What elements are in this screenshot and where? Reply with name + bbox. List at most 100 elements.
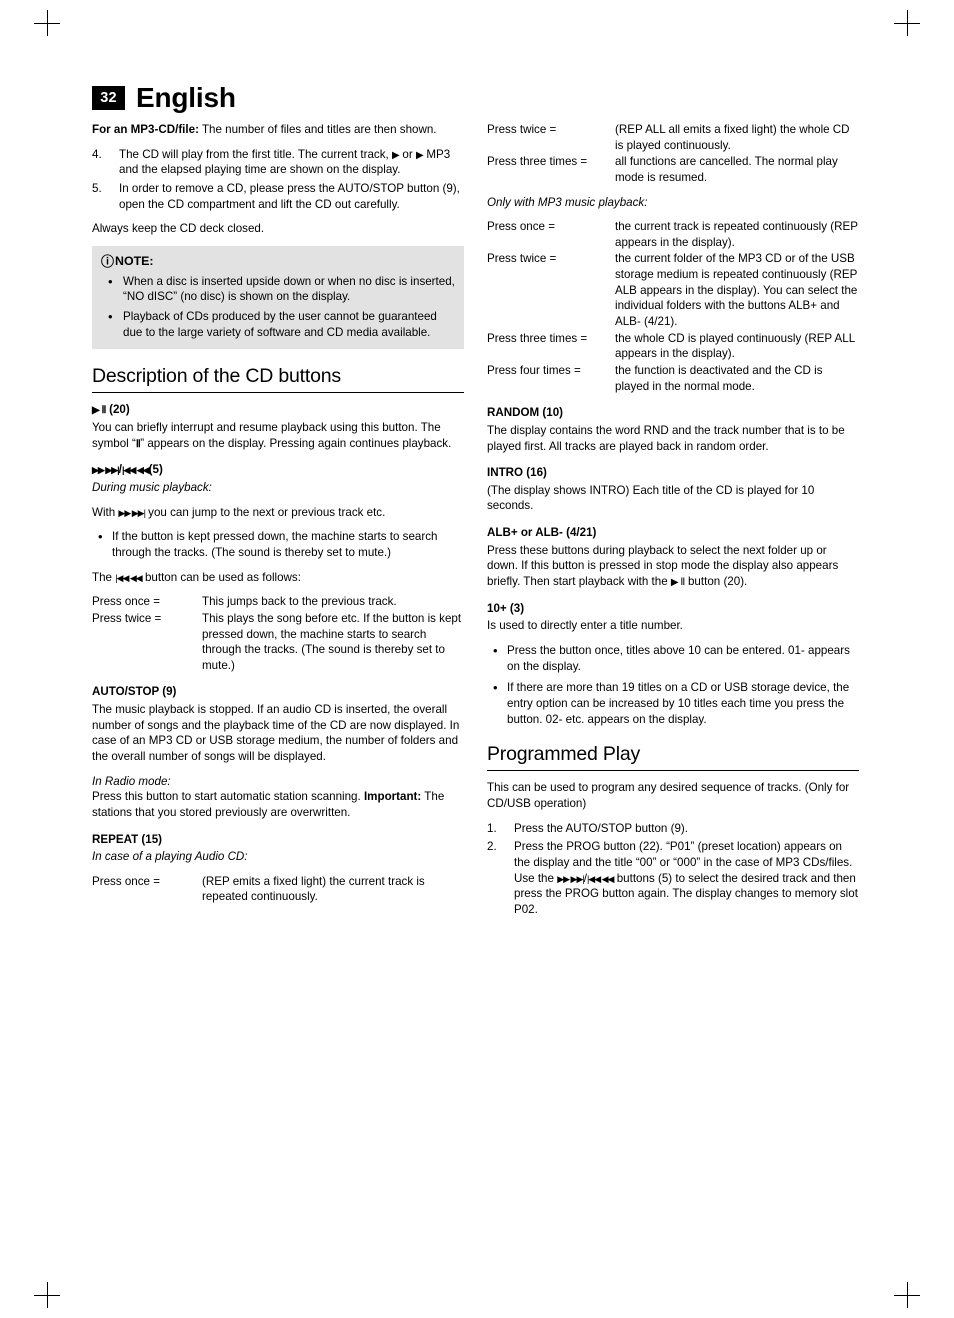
list-item: 5. In order to remove a CD, please press… <box>92 181 464 212</box>
page-header: 32 English <box>92 84 236 112</box>
skip-usage-text: With ▶▶ ▶▶| you can jump to the next or … <box>92 505 386 519</box>
skip-back-icon: |◀◀ ◀◀ <box>115 572 143 583</box>
definition-row: Press twice = (REP ALL all emits a fixed… <box>487 122 859 153</box>
skip-forward-icon: ▶▶ ▶▶| <box>92 465 120 476</box>
subheading-alb: ALB+ or ALB- (4/21) <box>487 526 597 540</box>
list-item-number: 5. <box>92 181 102 195</box>
definition-desc: (REP ALL all emits a fixed light) the wh… <box>615 123 850 152</box>
list-item-number: 4. <box>92 147 102 161</box>
note-bullet-text: When a disc is inserted upside down or w… <box>123 274 455 304</box>
definition-row: Press three times = the whole CD is play… <box>487 331 859 362</box>
bullet-icon: • <box>493 680 498 696</box>
bullet-icon: • <box>108 273 113 289</box>
definition-term: Press once = <box>92 595 160 609</box>
left-column: For an MP3-CD/file: The number of files … <box>92 122 464 914</box>
section-heading-cd-buttons: Description of the CD buttons <box>92 365 341 388</box>
subheading-repeat: REPEAT (15) <box>92 832 163 846</box>
list-item-text: Press the PROG button (22). “P01” (prese… <box>514 840 858 916</box>
subheading-ten-plus: 10+ (3) <box>487 601 525 615</box>
divider <box>487 770 859 772</box>
definition-row: Press twice = This plays the song before… <box>92 611 464 674</box>
section-heading-programmed-play: Programmed Play <box>487 743 641 766</box>
definition-desc: This plays the song before etc. If the b… <box>202 611 462 672</box>
divider <box>92 392 464 394</box>
radio-mode-label: In Radio mode: <box>92 774 171 788</box>
definition-term: Press twice = <box>487 123 557 136</box>
during-playback-label: During music playback: <box>92 481 212 495</box>
random-text: The display contains the word RND and th… <box>487 423 845 453</box>
info-icon: ⓘ <box>101 253 115 269</box>
right-column: Press twice = (REP ALL all emits a fixed… <box>487 122 859 921</box>
subheading-random: RANDOM (10) <box>487 406 564 420</box>
note-bullet: • When a disc is inserted upside down or… <box>101 274 455 305</box>
repeat-definitions-continued: Press twice = (REP ALL all emits a fixed… <box>487 122 859 186</box>
definition-row: Press three times = all functions are ca… <box>487 154 859 185</box>
definition-row: Press once = (REP emits a fixed light) t… <box>92 874 464 905</box>
keep-deck-closed-text: Always keep the CD deck closed. <box>92 222 265 236</box>
definition-desc: the whole CD is played continuously (REP… <box>615 331 855 361</box>
mp3-cd-file-text: The number of files and titles are then … <box>198 123 437 136</box>
definition-desc: the current folder of the MP3 CD or of t… <box>615 252 858 329</box>
bullet-icon: • <box>98 529 103 545</box>
note-title-text: NOTE: <box>115 253 154 268</box>
ten-plus-bullet: • If there are more than 19 titles on a … <box>487 680 859 727</box>
subheading-play-pause: ▶ Ⅱ (20) <box>92 402 464 418</box>
list-item-text: Press the AUTO/STOP button (9). <box>514 821 688 835</box>
definition-desc: all functions are cancelled. The normal … <box>615 155 838 184</box>
subheading-auto-stop: AUTO/STOP (9) <box>92 685 177 699</box>
skip-back-icon: |◀◀ ◀◀ <box>121 465 150 476</box>
ten-plus-text: Is used to directly enter a title number… <box>487 619 683 633</box>
repeat-audio-cd-label: In case of a playing Audio CD: <box>92 850 248 864</box>
list-item: 4. The CD will play from the first title… <box>92 147 464 178</box>
definition-desc: the function is deactivated and the CD i… <box>615 363 823 393</box>
list-item: 2. Press the PROG button (22). “P01” (pr… <box>487 839 859 917</box>
bullet-icon: • <box>493 642 498 658</box>
only-mp3-label: Only with MP3 music playback: <box>487 195 648 209</box>
skip-forward-icon: ▶▶ ▶▶| <box>118 507 146 518</box>
repeat-definitions: Press once = (REP emits a fixed light) t… <box>92 874 464 905</box>
play-pause-icon: ▶ Ⅱ <box>670 577 685 589</box>
crop-mark <box>34 1295 60 1296</box>
ten-plus-bullet: • Press the button once, titles above 10… <box>487 643 859 674</box>
definition-row: Press twice = the current folder of the … <box>487 251 859 329</box>
definition-term: Press four times = <box>487 363 581 377</box>
skip-number: (5) <box>148 463 163 477</box>
play-pause-number: (20) <box>105 403 130 417</box>
list-item-number: 1. <box>487 821 497 835</box>
radio-mode-text: Press this button to start automatic sta… <box>92 790 445 819</box>
page-number-badge: 32 <box>92 86 125 110</box>
ten-plus-bullet-text: If there are more than 19 titles on a CD… <box>507 681 850 726</box>
note-bullet-text: Playback of CDs produced by the user can… <box>123 309 437 339</box>
definition-term: Press once = <box>487 220 555 234</box>
programmed-intro-text: This can be used to program any desired … <box>487 781 850 811</box>
definition-term: Press twice = <box>92 611 162 625</box>
subheading-skip: ▶▶ ▶▶|/|◀◀ ◀◀(5) <box>92 463 163 477</box>
note-box: ⓘ NOTE: • When a disc is inserted upside… <box>92 245 464 350</box>
list-item: 1. Press the AUTO/STOP button (9). <box>487 821 859 837</box>
alb-text: Press these buttons during playback to s… <box>487 543 839 589</box>
definition-term: Press three times = <box>487 331 588 345</box>
note-title: ⓘ NOTE: <box>101 253 455 270</box>
play-pause-text: You can briefly interrupt and resume pla… <box>92 421 452 450</box>
skip-bullet-text: If the button is kept pressed down, the … <box>112 530 438 559</box>
note-bullet: • Playback of CDs produced by the user c… <box>101 309 455 340</box>
prev-button-definitions: Press once = This jumps back to the prev… <box>92 594 464 673</box>
mp3-repeat-definitions: Press once = the current track is repeat… <box>487 219 859 394</box>
definition-term: Press once = <box>92 874 160 888</box>
prev-button-intro: The |◀◀ ◀◀ button can be used as follows… <box>92 570 301 584</box>
definition-term: Press three times = <box>487 155 588 169</box>
bullet-icon: • <box>108 308 113 324</box>
auto-stop-text: The music playback is stopped. If an aud… <box>92 703 460 763</box>
definition-row: Press once = the current track is repeat… <box>487 219 859 250</box>
play-pause-icon: ▶ Ⅱ <box>92 405 106 417</box>
skip-forward-icon: ▶▶ ▶▶| <box>557 873 585 884</box>
mp3-cd-file-note: For an MP3-CD/file: The number of files … <box>92 122 464 138</box>
list-item-number: 2. <box>487 840 497 854</box>
page-title: English <box>136 82 236 113</box>
list-item-text: In order to remove a CD, please press th… <box>119 181 460 211</box>
mp3-cd-file-label: For an MP3-CD/file: <box>92 123 199 136</box>
skip-back-icon: |◀◀ ◀◀ <box>586 873 615 884</box>
definition-desc: (REP emits a fixed light) the current tr… <box>202 874 425 904</box>
crop-mark <box>894 1295 920 1296</box>
definition-desc: the current track is repeated continuous… <box>615 220 858 249</box>
